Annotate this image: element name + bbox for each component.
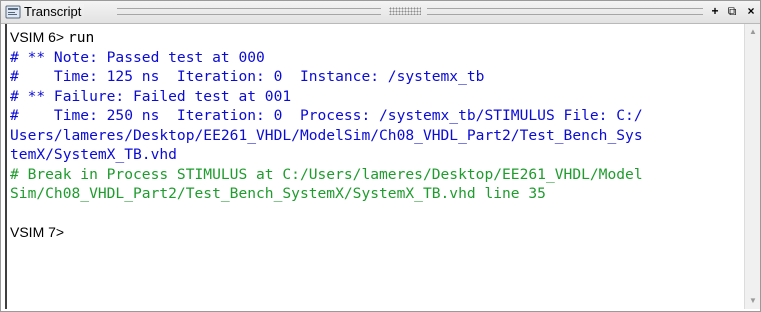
transcript-message-line: Users/lameres/Desktop/EE261_VHDL/ModelSi… — [10, 126, 643, 144]
scroll-down-arrow-icon[interactable]: ▼ — [745, 293, 760, 309]
command-line: VSIM 6> run — [10, 28, 744, 48]
prompt-label: VSIM 7> — [10, 224, 65, 240]
vertical-scrollbar[interactable]: ▲ ▼ — [744, 24, 760, 309]
add-pane-button[interactable]: + — [708, 4, 722, 19]
break-message-line: # Break in Process STIMULUS at C:/Users/… — [10, 165, 643, 183]
transcript-icon — [5, 5, 21, 19]
transcript-message-line: # ** Failure: Failed test at 001 — [10, 87, 292, 105]
prompt-label: VSIM 6> — [10, 29, 68, 45]
scroll-up-arrow-icon[interactable]: ▲ — [745, 24, 760, 40]
title-drag-handle[interactable] — [389, 7, 421, 15]
window-title: Transcript — [23, 4, 85, 20]
transcript-message-line: # ** Note: Passed test at 000 — [10, 48, 265, 66]
transcript-message-line: temX/SystemX_TB.vhd — [10, 146, 177, 163]
transcript-window: Transcript + ⧉ × VSIM 6> run # ** Note: … — [0, 0, 761, 312]
undock-button[interactable]: ⧉ — [725, 4, 739, 19]
command-text: run — [67, 29, 95, 46]
close-button[interactable]: × — [744, 4, 758, 19]
transcript-console[interactable]: VSIM 6> run # ** Note: Passed test at 00… — [5, 24, 744, 309]
title-drag-grip[interactable] — [117, 8, 381, 15]
break-message-line: Sim/Ch08_VHDL_Part2/Test_Bench_SystemX/S… — [10, 185, 546, 202]
transcript-message-line: # Time: 250 ns Iteration: 0 Process: /sy… — [10, 107, 643, 124]
prompt-line[interactable]: VSIM 7> — [10, 223, 744, 243]
title-bar[interactable]: Transcript + ⧉ × — [1, 1, 760, 24]
transcript-message-line: # Time: 125 ns Iteration: 0 Instance: /s… — [10, 68, 485, 85]
title-drag-grip-right[interactable] — [427, 8, 703, 15]
